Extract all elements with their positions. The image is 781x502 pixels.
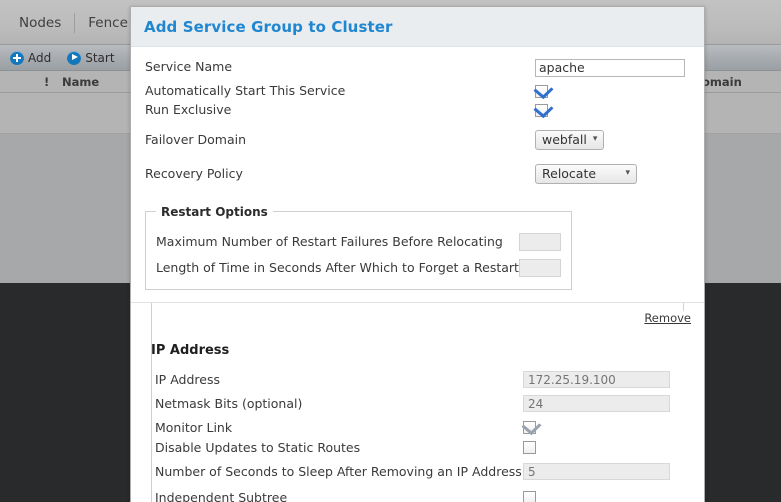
add-service-group-dialog: Add Service Group to Cluster Service Nam…: [130, 6, 705, 502]
resource-divider: Remove: [131, 301, 704, 331]
service-name-control: [535, 57, 690, 77]
resource-row-ip-address: IP Address: [151, 370, 690, 390]
ip-address-input[interactable]: [523, 371, 670, 388]
restart-forget-time-label: Length of Time in Seconds After Which to…: [156, 260, 519, 275]
table-header-sort-marker[interactable]: !: [44, 75, 49, 89]
toolbar-add-button[interactable]: Add: [2, 50, 59, 65]
sleep-seconds-input[interactable]: [523, 463, 670, 480]
service-form: Service Name Automatically Start This Se…: [131, 47, 704, 187]
failover-domain-label: Failover Domain: [145, 132, 247, 147]
dialog-body: Service Name Automatically Start This Se…: [131, 47, 704, 502]
restart-max-failures-label: Maximum Number of Restart Failures Befor…: [156, 234, 503, 249]
failover-domain-select[interactable]: webfall ▾: [535, 129, 605, 150]
ip-address-resource: IP Address IP Address Netmask Bits (opti…: [131, 330, 704, 502]
auto-start-label: Automatically Start This Service: [145, 82, 346, 98]
run-exclusive-checkbox[interactable]: [535, 103, 548, 117]
restart-forget-time-row: Length of Time in Seconds After Which to…: [156, 258, 561, 277]
resource-row-netmask-bits: Netmask Bits (optional): [151, 394, 690, 414]
divider-tick: [683, 302, 684, 311]
resource-row-disable-static-routes: Disable Updates to Static Routes: [151, 438, 690, 458]
play-circle-icon: [67, 50, 82, 65]
restart-max-failures-input[interactable]: [518, 232, 561, 251]
failover-domain-value: webfall: [542, 132, 587, 148]
dialog-title: Add Service Group to Cluster: [144, 17, 393, 36]
monitor-link-label: Monitor Link: [155, 420, 233, 435]
auto-start-control: [535, 81, 690, 100]
restart-options-legend: Restart Options: [161, 204, 268, 219]
disable-static-routes-checkbox[interactable]: [523, 441, 536, 454]
resource-row-sleep-seconds: Number of Seconds to Sleep After Removin…: [151, 462, 690, 482]
table-header-domain[interactable]: omain: [702, 75, 742, 89]
table-header-name[interactable]: Name: [62, 75, 99, 89]
chevron-down-icon: ▾: [625, 168, 630, 179]
remove-resource-link[interactable]: Remove: [644, 311, 691, 325]
field-service-name: Service Name: [145, 57, 690, 77]
restart-max-failures-row: Maximum Number of Restart Failures Befor…: [156, 232, 561, 251]
restart-options-group: Restart Options Maximum Number of Restar…: [145, 204, 572, 290]
recovery-policy-control: Relocate ▾: [535, 163, 690, 184]
nav-tab-nodes[interactable]: Nodes: [6, 13, 74, 33]
field-run-exclusive: Run Exclusive: [145, 100, 690, 119]
resource-title: IP Address: [151, 342, 230, 358]
toolbar-add-label: Add: [28, 50, 52, 65]
field-auto-start: Automatically Start This Service: [145, 81, 690, 100]
restart-forget-time-input[interactable]: [518, 258, 561, 277]
toolbar-start-button[interactable]: Start: [59, 50, 122, 65]
independent-subtree-checkbox[interactable]: [523, 491, 536, 502]
screen: Nodes Fence Device Add Start Res ! Name …: [0, 0, 781, 502]
run-exclusive-control: [535, 100, 690, 119]
sleep-seconds-label: Number of Seconds to Sleep After Removin…: [155, 464, 522, 479]
netmask-bits-input[interactable]: [523, 395, 670, 412]
ip-address-label: IP Address: [155, 372, 220, 387]
independent-subtree-label: Independent Subtree: [155, 490, 288, 502]
failover-domain-control: webfall ▾: [535, 129, 690, 150]
resource-rail: [151, 302, 152, 331]
toolbar-start-label: Start: [85, 50, 115, 65]
resource-rail: [151, 330, 152, 502]
monitor-link-checkbox[interactable]: [523, 421, 536, 434]
resource-row-independent-subtree: Independent Subtree: [151, 488, 690, 502]
auto-start-checkbox[interactable]: [535, 84, 548, 98]
field-failover-domain: Failover Domain webfall ▾: [145, 127, 690, 153]
recovery-policy-label: Recovery Policy: [145, 166, 243, 181]
service-name-input[interactable]: [535, 58, 685, 77]
resource-row-monitor-link: Monitor Link: [151, 418, 690, 438]
run-exclusive-label: Run Exclusive: [145, 101, 232, 117]
recovery-policy-select[interactable]: Relocate ▾: [535, 163, 637, 184]
dialog-header: Add Service Group to Cluster: [131, 7, 704, 47]
netmask-bits-label: Netmask Bits (optional): [155, 396, 303, 411]
field-recovery-policy: Recovery Policy Relocate ▾: [145, 161, 690, 187]
plus-circle-icon: [10, 50, 24, 65]
disable-static-routes-label: Disable Updates to Static Routes: [155, 440, 361, 455]
chevron-down-icon: ▾: [592, 134, 598, 145]
recovery-policy-value: Relocate: [542, 166, 597, 182]
service-name-label: Service Name: [145, 59, 233, 75]
